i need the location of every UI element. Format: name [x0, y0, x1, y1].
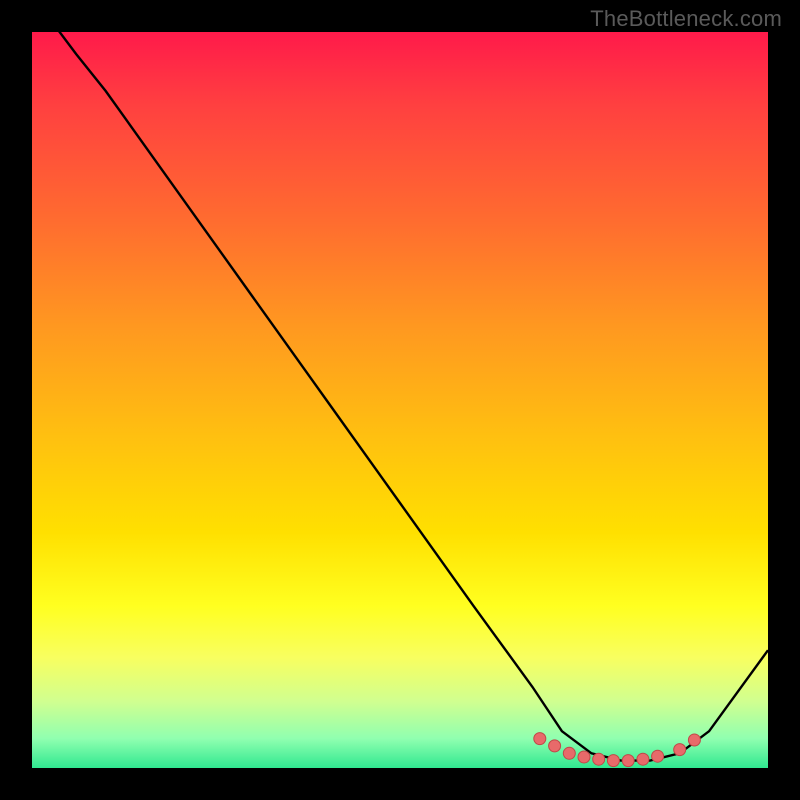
highlight-dot	[674, 744, 686, 756]
curve-svg	[32, 32, 768, 768]
highlight-dot	[578, 751, 590, 763]
chart-frame: TheBottleneck.com	[0, 0, 800, 800]
highlight-dot	[652, 750, 664, 762]
plot-area	[32, 32, 768, 768]
highlight-dot	[593, 753, 605, 765]
highlight-dot	[534, 733, 546, 745]
highlight-dot	[607, 755, 619, 767]
dot-group	[534, 733, 701, 767]
highlight-dot	[637, 753, 649, 765]
main-curve	[32, 0, 768, 761]
highlight-dot	[563, 747, 575, 759]
highlight-dot	[622, 755, 634, 767]
highlight-dot	[688, 734, 700, 746]
watermark-text: TheBottleneck.com	[590, 6, 782, 32]
highlight-dot	[549, 740, 561, 752]
